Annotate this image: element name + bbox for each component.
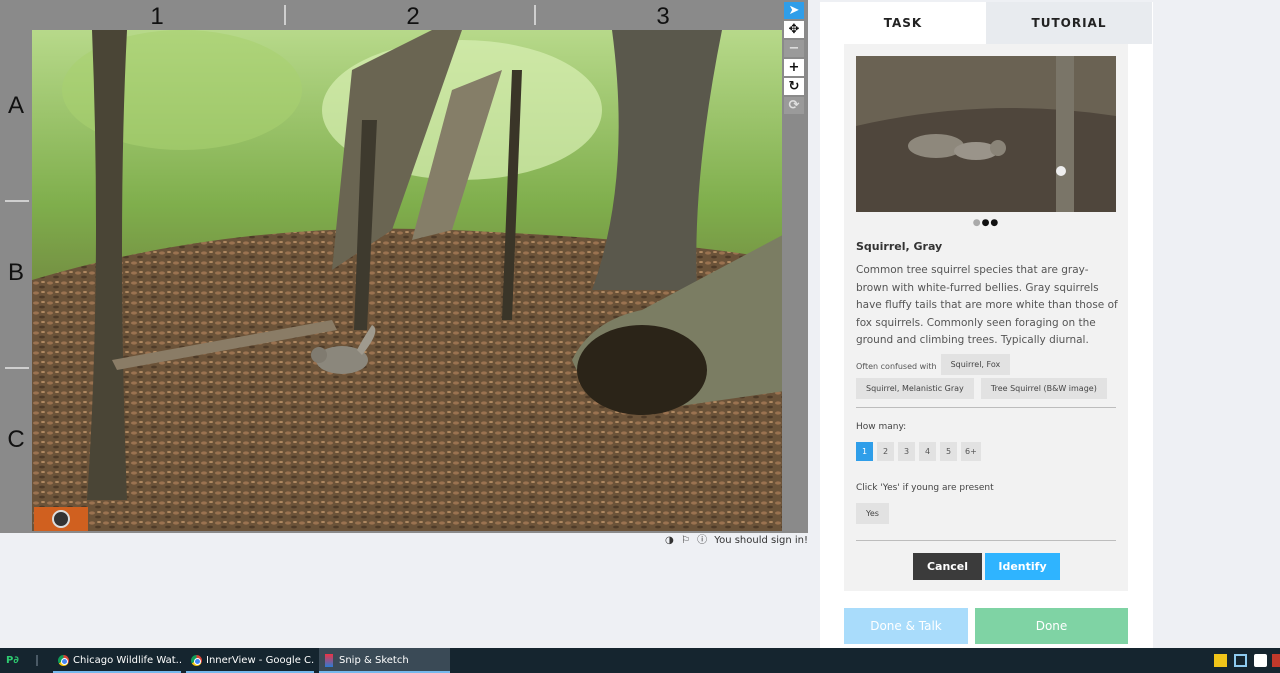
confused-chip[interactable]: Squirrel, Fox (940, 354, 1011, 375)
taskbar-item-innerview[interactable]: InnerView - Google C... (186, 648, 314, 673)
count-option[interactable]: 1 (856, 442, 873, 461)
confused-chip[interactable]: Tree Squirrel (B&W image) (980, 378, 1107, 399)
tab-tutorial[interactable]: TUTORIAL (986, 2, 1152, 44)
grid-row-label: C (7, 426, 25, 453)
pointer-tool-button[interactable]: ➤ (784, 2, 804, 19)
grid-row-label: A (7, 92, 24, 119)
carousel-dot[interactable]: ● (990, 218, 999, 228)
sign-in-notice[interactable]: You should sign in! (714, 535, 808, 546)
how-many-label: How many: (856, 422, 907, 432)
chrome-icon (191, 655, 202, 666)
grid-row-label: B (7, 259, 24, 286)
identify-button[interactable]: Identify (985, 553, 1060, 580)
watermark-logo (34, 507, 88, 531)
taskbar-item-label: Chicago Wildlife Wat... (73, 655, 181, 666)
cancel-button[interactable]: Cancel (913, 553, 982, 580)
snip-sketch-icon (325, 654, 333, 667)
grid-column-label: 2 (406, 3, 420, 30)
count-option[interactable]: 4 (919, 442, 936, 461)
count-option[interactable]: 6+ (961, 442, 981, 461)
carousel-dot[interactable]: ● (973, 218, 982, 228)
task-panel: TASK TUTORIAL ●●● Squirrel, Gray Common … (820, 2, 1153, 648)
tray-security-icon[interactable] (1214, 654, 1227, 667)
species-example-image[interactable] (856, 56, 1116, 212)
grid-row-divider (5, 367, 29, 369)
grid-column-divider (284, 5, 286, 25)
taskbar-item-label: InnerView - Google C... (206, 655, 314, 666)
taskbar-item-snip-sketch[interactable]: Snip & Sketch (319, 648, 450, 673)
count-option[interactable]: 3 (898, 442, 915, 461)
divider (856, 540, 1116, 541)
done-and-talk-button[interactable]: Done & Talk (844, 608, 968, 644)
grid-column-label: 1 (150, 3, 164, 30)
app-launcher-icon[interactable]: P∂ (6, 653, 22, 668)
young-present-label: Click 'Yes' if young are present (856, 483, 994, 493)
move-tool-button[interactable]: ✥ (784, 21, 804, 38)
divider (856, 407, 1116, 408)
info-icon[interactable]: ⓘ (697, 535, 707, 546)
taskbar-separator (36, 655, 38, 666)
done-button[interactable]: Done (975, 608, 1128, 644)
how-many-options: 1 2 3 4 5 6+ (856, 442, 985, 461)
contrast-icon[interactable]: ◑ (665, 535, 674, 546)
taskbar-item-chicago-wildlife[interactable]: Chicago Wildlife Wat... (53, 648, 181, 673)
tray-window-icon[interactable] (1234, 654, 1247, 667)
species-card: ●●● Squirrel, Gray Common tree squirrel … (844, 44, 1128, 591)
confused-with-section: Often confused with Squirrel, Fox Squirre… (856, 354, 1118, 402)
confused-with-label: Often confused with (856, 361, 937, 371)
viewer-toolbar: ➤ ✥ − + ↻ ⟳ (784, 2, 806, 116)
confused-chip[interactable]: Squirrel, Melanistic Gray (856, 378, 974, 399)
tray-app-icon[interactable] (1254, 654, 1267, 667)
chrome-icon (58, 655, 69, 666)
species-name: Squirrel, Gray (856, 240, 943, 253)
windows-taskbar: P∂ Chicago Wildlife Wat... InnerView - G… (0, 648, 1280, 673)
tray-red-icon[interactable] (1272, 654, 1280, 667)
reset-button[interactable]: ⟳ (784, 97, 804, 114)
flag-icon[interactable]: ⚐ (681, 535, 690, 546)
count-option[interactable]: 5 (940, 442, 957, 461)
viewer-footer: ◑ ⚐ ⓘ You should sign in! (560, 533, 808, 549)
zoom-in-button[interactable]: + (784, 59, 804, 76)
panel-tabs: TASK TUTORIAL (820, 2, 1153, 44)
grid-row-divider (5, 200, 29, 202)
rotate-button[interactable]: ↻ (784, 78, 804, 95)
zoom-out-button[interactable]: − (784, 40, 804, 57)
grid-column-label: 3 (656, 3, 670, 30)
species-description: Common tree squirrel species that are gr… (856, 264, 1118, 346)
camera-trap-photo[interactable] (32, 30, 782, 531)
young-yes-button[interactable]: Yes (856, 503, 889, 524)
grid-column-divider (534, 5, 536, 25)
carousel-dots[interactable]: ●●● (844, 218, 1128, 228)
count-option[interactable]: 2 (877, 442, 894, 461)
tab-task[interactable]: TASK (820, 2, 986, 44)
taskbar-item-label: Snip & Sketch (339, 655, 409, 666)
subject-viewer: 1 2 3 A B C ➤ ✥ − + ↻ ⟳ (0, 0, 808, 533)
